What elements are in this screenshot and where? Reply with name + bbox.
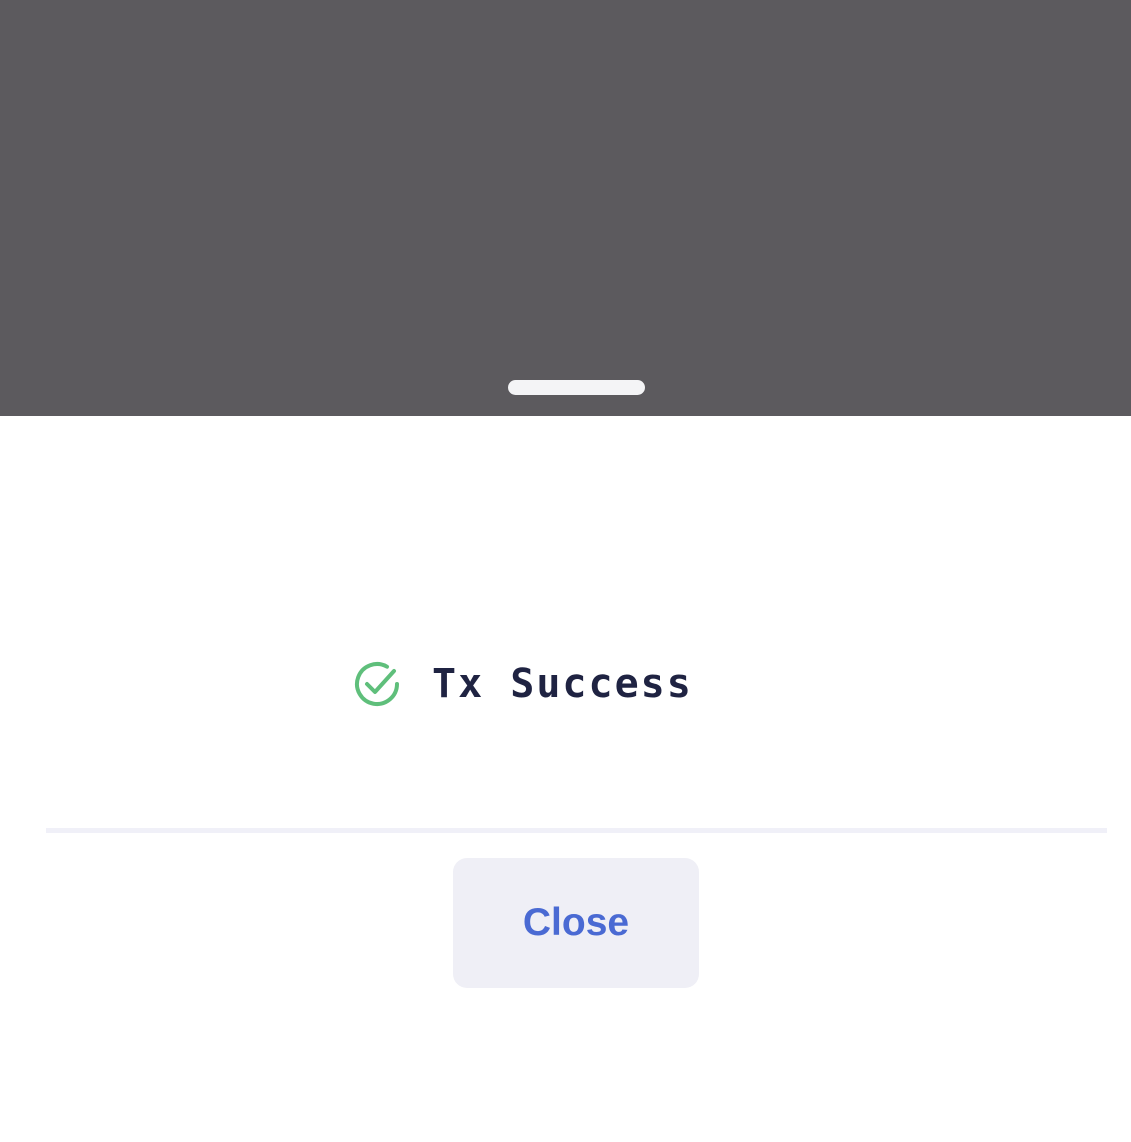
- transaction-status: Tx Success: [350, 656, 693, 712]
- check-circle-icon: [350, 657, 404, 711]
- bottom-sheet: Tx Success Close: [0, 416, 1131, 1142]
- close-button[interactable]: Close: [453, 858, 699, 988]
- sheet-grab-handle[interactable]: [508, 380, 645, 395]
- status-title: Tx Success: [432, 661, 693, 707]
- divider: [46, 828, 1107, 833]
- modal-backdrop[interactable]: [0, 0, 1131, 416]
